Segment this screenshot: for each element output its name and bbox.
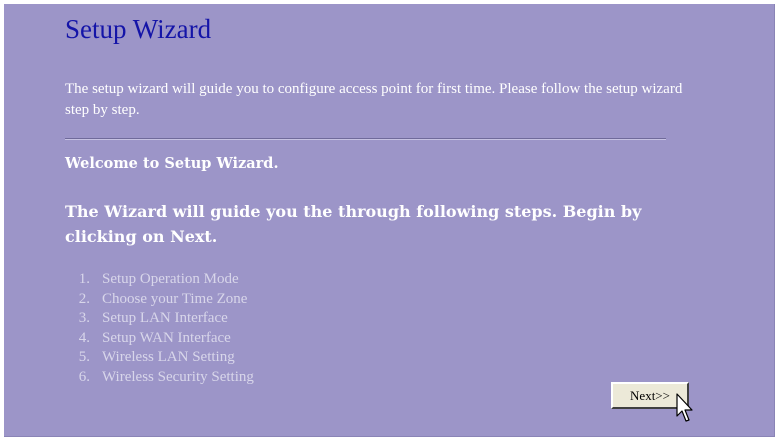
step-label: Setup Operation Mode — [102, 271, 239, 287]
step-item: 3. Setup LAN Interface — [65, 309, 254, 329]
wizard-panel: Setup Wizard The setup wizard will guide… — [4, 4, 775, 437]
steps-list: 1. Setup Operation Mode 2. Choose your Tim… — [65, 270, 254, 387]
step-number: 5. — [78, 349, 90, 365]
step-label: Setup LAN Interface — [102, 310, 228, 326]
step-item: 5. Wireless LAN Setting — [65, 348, 254, 368]
step-label: Setup WAN Interface — [102, 329, 231, 346]
step-item: 4. Setup WAN Interface — [65, 329, 254, 349]
step-number: 1. — [78, 271, 90, 287]
divider — [65, 138, 666, 140]
page-title: Setup Wizard — [65, 14, 212, 44]
guide-text: The Wizard will guide you the through fo… — [65, 202, 642, 246]
step-number: 2. — [78, 290, 90, 307]
intro-text: The setup wizard will guide you to confi… — [65, 81, 683, 118]
welcome-heading: Welcome to Setup Wizard. — [65, 155, 279, 172]
step-number: 4. — [78, 329, 90, 346]
step-label: Wireless LAN Setting — [102, 349, 235, 365]
step-number: 6. — [78, 368, 90, 385]
step-item: 1. Setup Operation Mode — [65, 270, 254, 290]
step-number: 3. — [78, 310, 90, 326]
step-item: 2. Choose your Time Zone — [65, 290, 254, 310]
step-item: 6. Wireless Security Setting — [65, 368, 254, 388]
mouse-pointer-icon — [676, 393, 693, 422]
step-label: Wireless Security Setting — [102, 368, 254, 385]
step-label: Choose your Time Zone — [102, 290, 248, 307]
